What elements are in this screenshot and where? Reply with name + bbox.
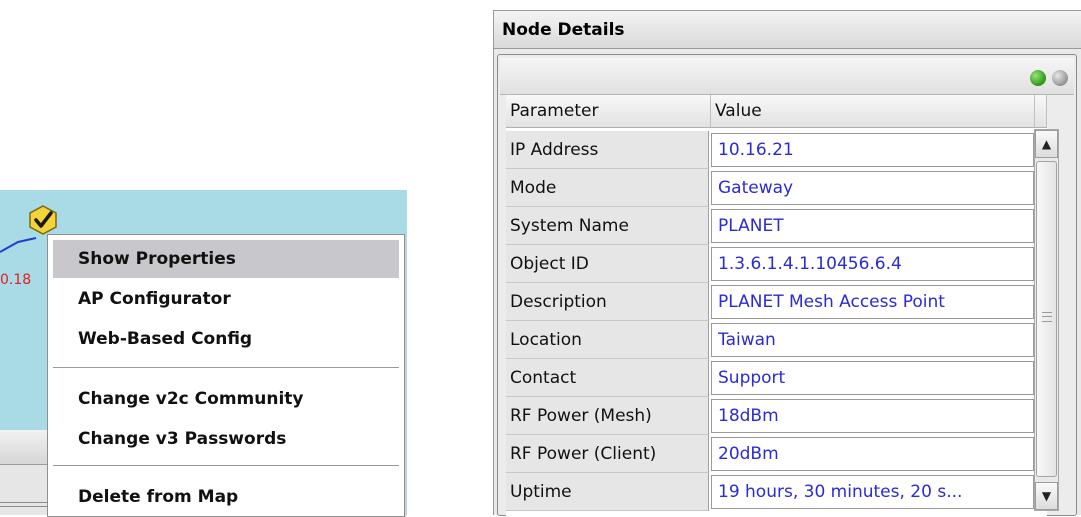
value-cell[interactable]: Taiwan — [711, 323, 1034, 357]
value-cell[interactable]: 18dBm — [711, 399, 1034, 433]
value-cell[interactable]: 20dBm — [711, 437, 1034, 471]
ap-node-icon[interactable] — [28, 205, 58, 235]
table-row[interactable]: Object ID 1.3.6.1.4.1.10456.6.4 — [506, 245, 1035, 283]
menu-item-show-properties[interactable]: Show Properties — [53, 240, 399, 278]
scroll-down-arrow-icon[interactable]: ▼ — [1035, 482, 1058, 510]
parameter-cell: Object ID — [506, 245, 709, 283]
value-cell[interactable]: 19 hours, 30 minutes, 20 s... — [711, 475, 1034, 509]
table-row[interactable]: Uptime 19 hours, 30 minutes, 20 s... — [506, 473, 1035, 511]
menu-item-change-v3-passwords[interactable]: Change v3 Passwords — [53, 420, 399, 458]
node-ip-label: 0.18 — [0, 272, 32, 288]
table-row[interactable]: System Name PLANET — [506, 207, 1035, 245]
table-row[interactable]: Location Taiwan — [506, 321, 1035, 359]
node-details-table: Parameter Value IP Address 10.16.21 Mode… — [506, 95, 1047, 516]
scroll-thumb[interactable] — [1036, 161, 1057, 477]
menu-item-ap-configurator[interactable]: AP Configurator — [53, 280, 399, 318]
parameter-cell: Mode — [506, 169, 709, 207]
value-cell[interactable]: Gateway — [711, 171, 1034, 205]
table-row[interactable]: Description PLANET Mesh Access Point — [506, 283, 1035, 321]
parameter-cell: RF Power (Mesh) — [506, 397, 709, 435]
panel-body: Parameter Value IP Address 10.16.21 Mode… — [497, 54, 1077, 516]
parameter-cell: System Name — [506, 207, 709, 245]
menu-item-web-based-config[interactable]: Web-Based Config — [53, 320, 399, 358]
table-row[interactable]: RF Power (Mesh) 18dBm — [506, 397, 1035, 435]
table-row[interactable]: Mode Gateway — [506, 169, 1035, 207]
value-cell[interactable]: PLANET — [711, 209, 1034, 243]
parameter-cell: RF Power (Client) — [506, 435, 709, 473]
value-cell[interactable]: 10.16.21 — [711, 133, 1034, 167]
menu-item-delete-from-map[interactable]: Delete from Map — [53, 478, 399, 516]
menu-item-change-v2c-community[interactable]: Change v2c Community — [53, 380, 399, 418]
panel-title: Node Details — [494, 11, 1081, 49]
value-cell[interactable]: 1.3.6.1.4.1.10456.6.4 — [711, 247, 1034, 281]
parameter-cell: Uptime — [506, 473, 709, 511]
table-row[interactable]: RF Power (Client) 20dBm — [506, 435, 1035, 473]
table-row[interactable]: IP Address 10.16.21 — [506, 131, 1035, 169]
value-cell[interactable]: PLANET Mesh Access Point — [711, 285, 1034, 319]
column-header-parameter[interactable]: Parameter — [506, 95, 711, 128]
scroll-up-arrow-icon[interactable]: ▲ — [1035, 130, 1058, 158]
node-details-panel: Node Details Parameter Value IP Address … — [493, 10, 1081, 516]
column-header-value[interactable]: Value — [711, 95, 1035, 128]
menu-separator — [53, 465, 399, 466]
vertical-scrollbar[interactable]: ▲ ▼ — [1034, 129, 1059, 511]
parameter-cell: Description — [506, 283, 709, 321]
parameter-cell: Contact — [506, 359, 709, 397]
status-gray-icon[interactable] — [1052, 70, 1068, 86]
parameter-cell: Location — [506, 321, 709, 359]
status-green-icon[interactable] — [1030, 70, 1046, 86]
table-row[interactable]: Contact Support — [506, 359, 1035, 397]
parameter-cell: IP Address — [506, 131, 709, 169]
scroll-grip-icon — [1042, 312, 1052, 322]
context-menu: Show Properties AP Configurator Web-Base… — [47, 234, 405, 517]
value-cell[interactable]: Support — [711, 361, 1034, 395]
panel-toolbar — [500, 58, 1074, 95]
menu-separator — [53, 367, 399, 368]
column-header-corner — [1035, 95, 1047, 128]
